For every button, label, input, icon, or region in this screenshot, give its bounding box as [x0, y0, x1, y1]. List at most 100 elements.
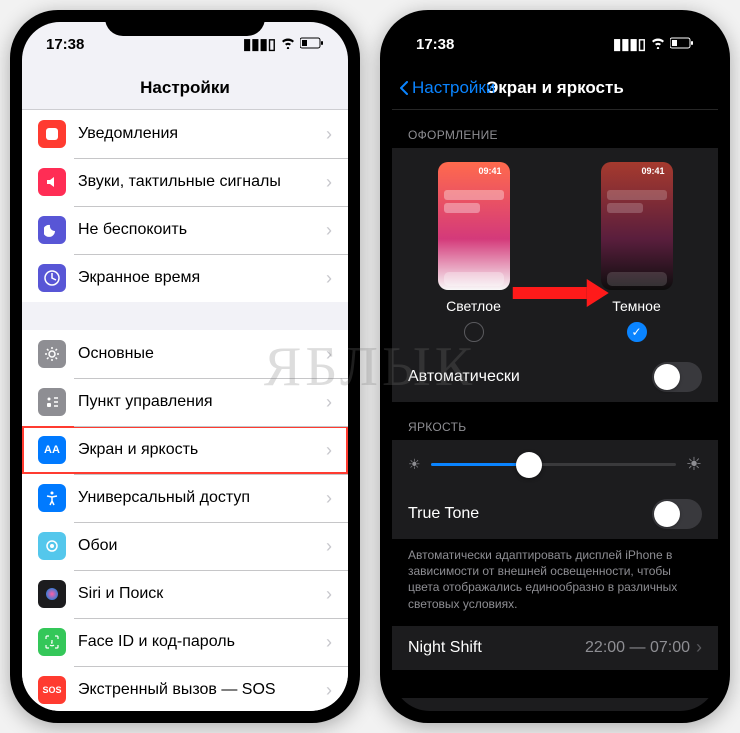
- item-label: Не беспокоить: [78, 221, 187, 239]
- wifi-icon: [650, 36, 666, 53]
- page-title: Экран и яркость: [486, 78, 624, 98]
- chevron-right-icon: ›: [326, 440, 332, 461]
- signal-icon: ▮▮▮▯: [243, 35, 276, 53]
- section-appearance-title: ОФОРМЛЕНИЕ: [392, 110, 718, 148]
- back-label: Настройки: [412, 78, 495, 98]
- sun-large-icon: ☀︎: [686, 454, 702, 475]
- screentime-icon: [38, 264, 66, 292]
- truetone-label: True Tone: [408, 505, 479, 523]
- truetone-row[interactable]: True Tone: [392, 489, 718, 539]
- settings-list[interactable]: Уведомления›Звуки, тактильные сигналы›Не…: [22, 110, 348, 711]
- chevron-right-icon: ›: [326, 632, 332, 653]
- chevron-right-icon: ›: [326, 268, 332, 289]
- list-item[interactable]: SOS Экстренный вызов — SOS ›: [22, 666, 348, 711]
- screen-settings: 17:38 ▮▮▮▯ Настройки Уведомления›Звуки, …: [22, 22, 348, 711]
- automatic-toggle[interactable]: [652, 362, 702, 392]
- autolock-row[interactable]: Автоблокировка 30 с›: [392, 698, 718, 711]
- control-center-icon: [38, 388, 66, 416]
- display-settings-list[interactable]: ОФОРМЛЕНИЕ 09:41 Светлое 09:41: [392, 110, 718, 711]
- chevron-right-icon: ›: [326, 536, 332, 557]
- list-item[interactable]: Универсальный доступ ›: [22, 474, 348, 522]
- header: Настройки Экран и яркость: [392, 66, 718, 110]
- wallpaper-icon: [38, 532, 66, 560]
- sounds-icon: [38, 168, 66, 196]
- light-radio[interactable]: [464, 322, 484, 342]
- status-indicators: ▮▮▮▯: [613, 35, 694, 53]
- item-label: Основные: [78, 345, 154, 363]
- list-item[interactable]: Пункт управления ›: [22, 378, 348, 426]
- chevron-right-icon: ›: [326, 344, 332, 365]
- status-indicators: ▮▮▮▯: [243, 35, 324, 53]
- item-label: Универсальный доступ: [78, 489, 250, 507]
- item-label: Звуки, тактильные сигналы: [78, 173, 281, 191]
- automatic-label: Автоматически: [408, 368, 520, 386]
- page-title: Настройки: [140, 78, 230, 98]
- item-label: Экран и яркость: [78, 441, 198, 459]
- notch: [105, 10, 265, 36]
- list-item[interactable]: AA Экран и яркость ›: [22, 426, 348, 474]
- item-label: Обои: [78, 537, 117, 555]
- light-preview: 09:41: [438, 162, 510, 290]
- list-item[interactable]: Не беспокоить ›: [22, 206, 348, 254]
- brightness-slider[interactable]: [431, 463, 676, 466]
- general-icon: [38, 340, 66, 368]
- chevron-right-icon: ›: [696, 709, 702, 711]
- list-item[interactable]: Звуки, тактильные сигналы ›: [22, 158, 348, 206]
- nightshift-row[interactable]: Night Shift 22:00 — 07:00›: [392, 626, 718, 670]
- list-item[interactable]: Siri и Поиск ›: [22, 570, 348, 618]
- chevron-right-icon: ›: [326, 584, 332, 605]
- item-label: Экстренный вызов — SOS: [78, 681, 276, 699]
- wifi-icon: [280, 36, 296, 53]
- dark-preview: 09:41: [601, 162, 673, 290]
- chevron-right-icon: ›: [326, 172, 332, 193]
- notch: [475, 10, 635, 36]
- truetone-note: Автоматически адаптировать дисплей iPhon…: [392, 539, 718, 626]
- appearance-dark-option[interactable]: 09:41 Темное: [601, 162, 673, 342]
- sos-icon: SOS: [38, 676, 66, 704]
- status-time: 17:38: [46, 36, 84, 53]
- list-item[interactable]: Face ID и код-пароль ›: [22, 618, 348, 666]
- faceid-icon: [38, 628, 66, 656]
- brightness-slider-row: ☀︎ ☀︎: [392, 440, 718, 489]
- phone-right: 17:38 ▮▮▮▯ Настройки Экран и яркость: [380, 10, 730, 723]
- list-item[interactable]: Уведомления ›: [22, 110, 348, 158]
- automatic-row[interactable]: Автоматически: [392, 352, 718, 402]
- chevron-right-icon: ›: [326, 680, 332, 701]
- phone-left: 17:38 ▮▮▮▯ Настройки Уведомления›Звуки, …: [10, 10, 360, 723]
- nightshift-label: Night Shift: [408, 639, 482, 657]
- item-label: Экранное время: [78, 269, 200, 287]
- item-label: Уведомления: [78, 125, 178, 143]
- screen-display-brightness: 17:38 ▮▮▮▯ Настройки Экран и яркость: [392, 22, 718, 711]
- item-label: Siri и Поиск: [78, 585, 163, 603]
- list-item[interactable]: Обои ›: [22, 522, 348, 570]
- light-label: Светлое: [438, 298, 510, 314]
- chevron-right-icon: ›: [696, 637, 702, 658]
- list-item[interactable]: Экранное время ›: [22, 254, 348, 302]
- accessibility-icon: [38, 484, 66, 512]
- header: Настройки: [22, 66, 348, 110]
- item-label: Face ID и код-пароль: [78, 633, 235, 651]
- battery-icon: [670, 36, 694, 53]
- appearance-picker: 09:41 Светлое 09:41 Темное: [392, 148, 718, 352]
- annotation-arrow: [513, 282, 609, 304]
- list-item[interactable]: Основные ›: [22, 330, 348, 378]
- dark-radio[interactable]: [627, 322, 647, 342]
- chevron-right-icon: ›: [326, 392, 332, 413]
- siri-icon: [38, 580, 66, 608]
- signal-icon: ▮▮▮▯: [613, 35, 646, 53]
- truetone-toggle[interactable]: [652, 499, 702, 529]
- back-button[interactable]: Настройки: [400, 78, 495, 98]
- chevron-right-icon: ›: [326, 124, 332, 145]
- dnd-icon: [38, 216, 66, 244]
- appearance-light-option[interactable]: 09:41 Светлое: [438, 162, 510, 342]
- item-label: Пункт управления: [78, 393, 213, 411]
- notifications-icon: [38, 120, 66, 148]
- chevron-right-icon: ›: [326, 220, 332, 241]
- status-time: 17:38: [416, 36, 454, 53]
- sun-small-icon: ☀︎: [408, 456, 421, 473]
- dark-label: Темное: [601, 298, 673, 314]
- section-brightness-title: ЯРКОСТЬ: [392, 402, 718, 440]
- battery-icon: [300, 36, 324, 53]
- chevron-right-icon: ›: [326, 488, 332, 509]
- display-icon: AA: [38, 436, 66, 464]
